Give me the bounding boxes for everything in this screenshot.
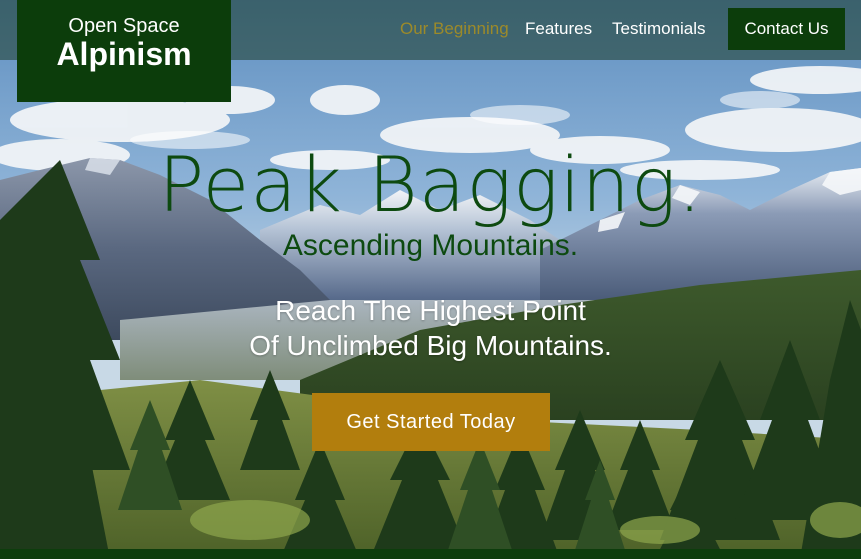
hero-title: Peak Bagging.	[158, 140, 703, 229]
get-started-button[interactable]: Get Started Today	[312, 393, 550, 451]
nav-item-testimonials[interactable]: Testimonials	[612, 18, 706, 40]
brand-line-1: Open Space	[68, 15, 180, 37]
nav-item-features[interactable]: Features	[525, 18, 592, 40]
brand-logo[interactable]: Open Space Alpinism	[17, 0, 231, 102]
bottom-border-strip	[0, 549, 861, 559]
landing-page: Open Space Alpinism Our Beginning Featur…	[0, 0, 861, 559]
brand-line-2: Alpinism	[56, 36, 192, 72]
hero-tagline-line-2: Of Unclimbed Big Mountains.	[249, 330, 612, 361]
nav-item-our-beginning[interactable]: Our Beginning	[400, 18, 509, 40]
contact-us-button[interactable]: Contact Us	[728, 8, 845, 50]
hero-tagline-line-1: Reach The Highest Point	[275, 295, 586, 326]
hero-subtitle: Ascending Mountains.	[282, 229, 579, 262]
